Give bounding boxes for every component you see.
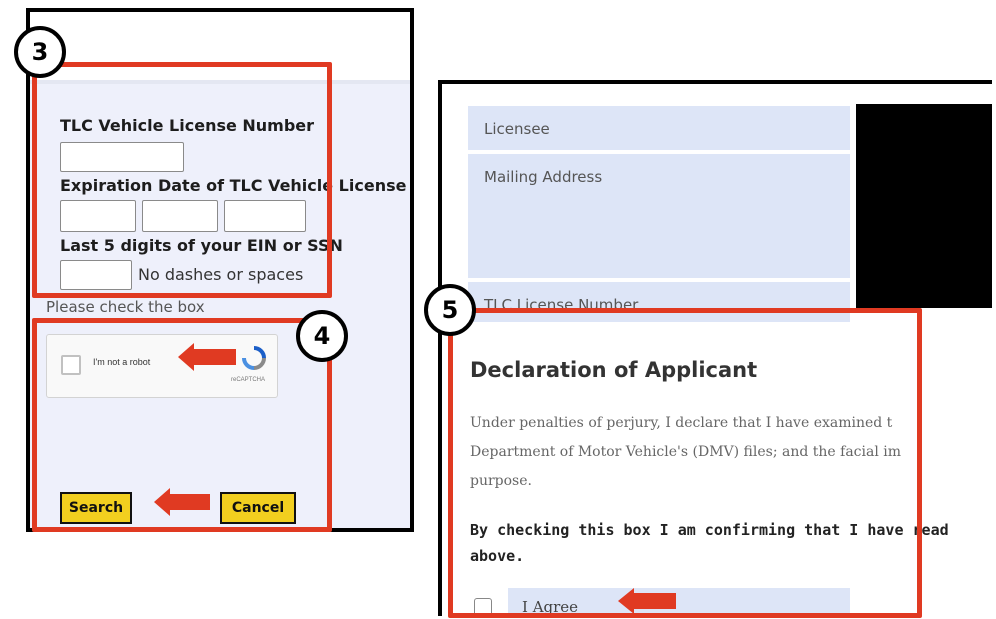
redacted-block (856, 104, 992, 308)
check-box-instruction: Please check the box (46, 298, 205, 316)
step-5-badge: 5 (424, 284, 476, 336)
arrow-left-icon (178, 343, 236, 371)
mailing-address-row: Mailing Address (468, 154, 850, 278)
step-4-badge: 4 (296, 310, 348, 362)
step-3-badge: 3 (14, 26, 66, 78)
licensee-label: Licensee (484, 120, 550, 138)
highlight-step-5 (448, 308, 922, 618)
arrow-left-icon (618, 588, 676, 614)
licensee-row: Licensee (468, 106, 850, 150)
arrow-left-icon (154, 488, 210, 516)
mailing-address-label: Mailing Address (484, 168, 603, 186)
highlight-step-3 (32, 62, 332, 298)
